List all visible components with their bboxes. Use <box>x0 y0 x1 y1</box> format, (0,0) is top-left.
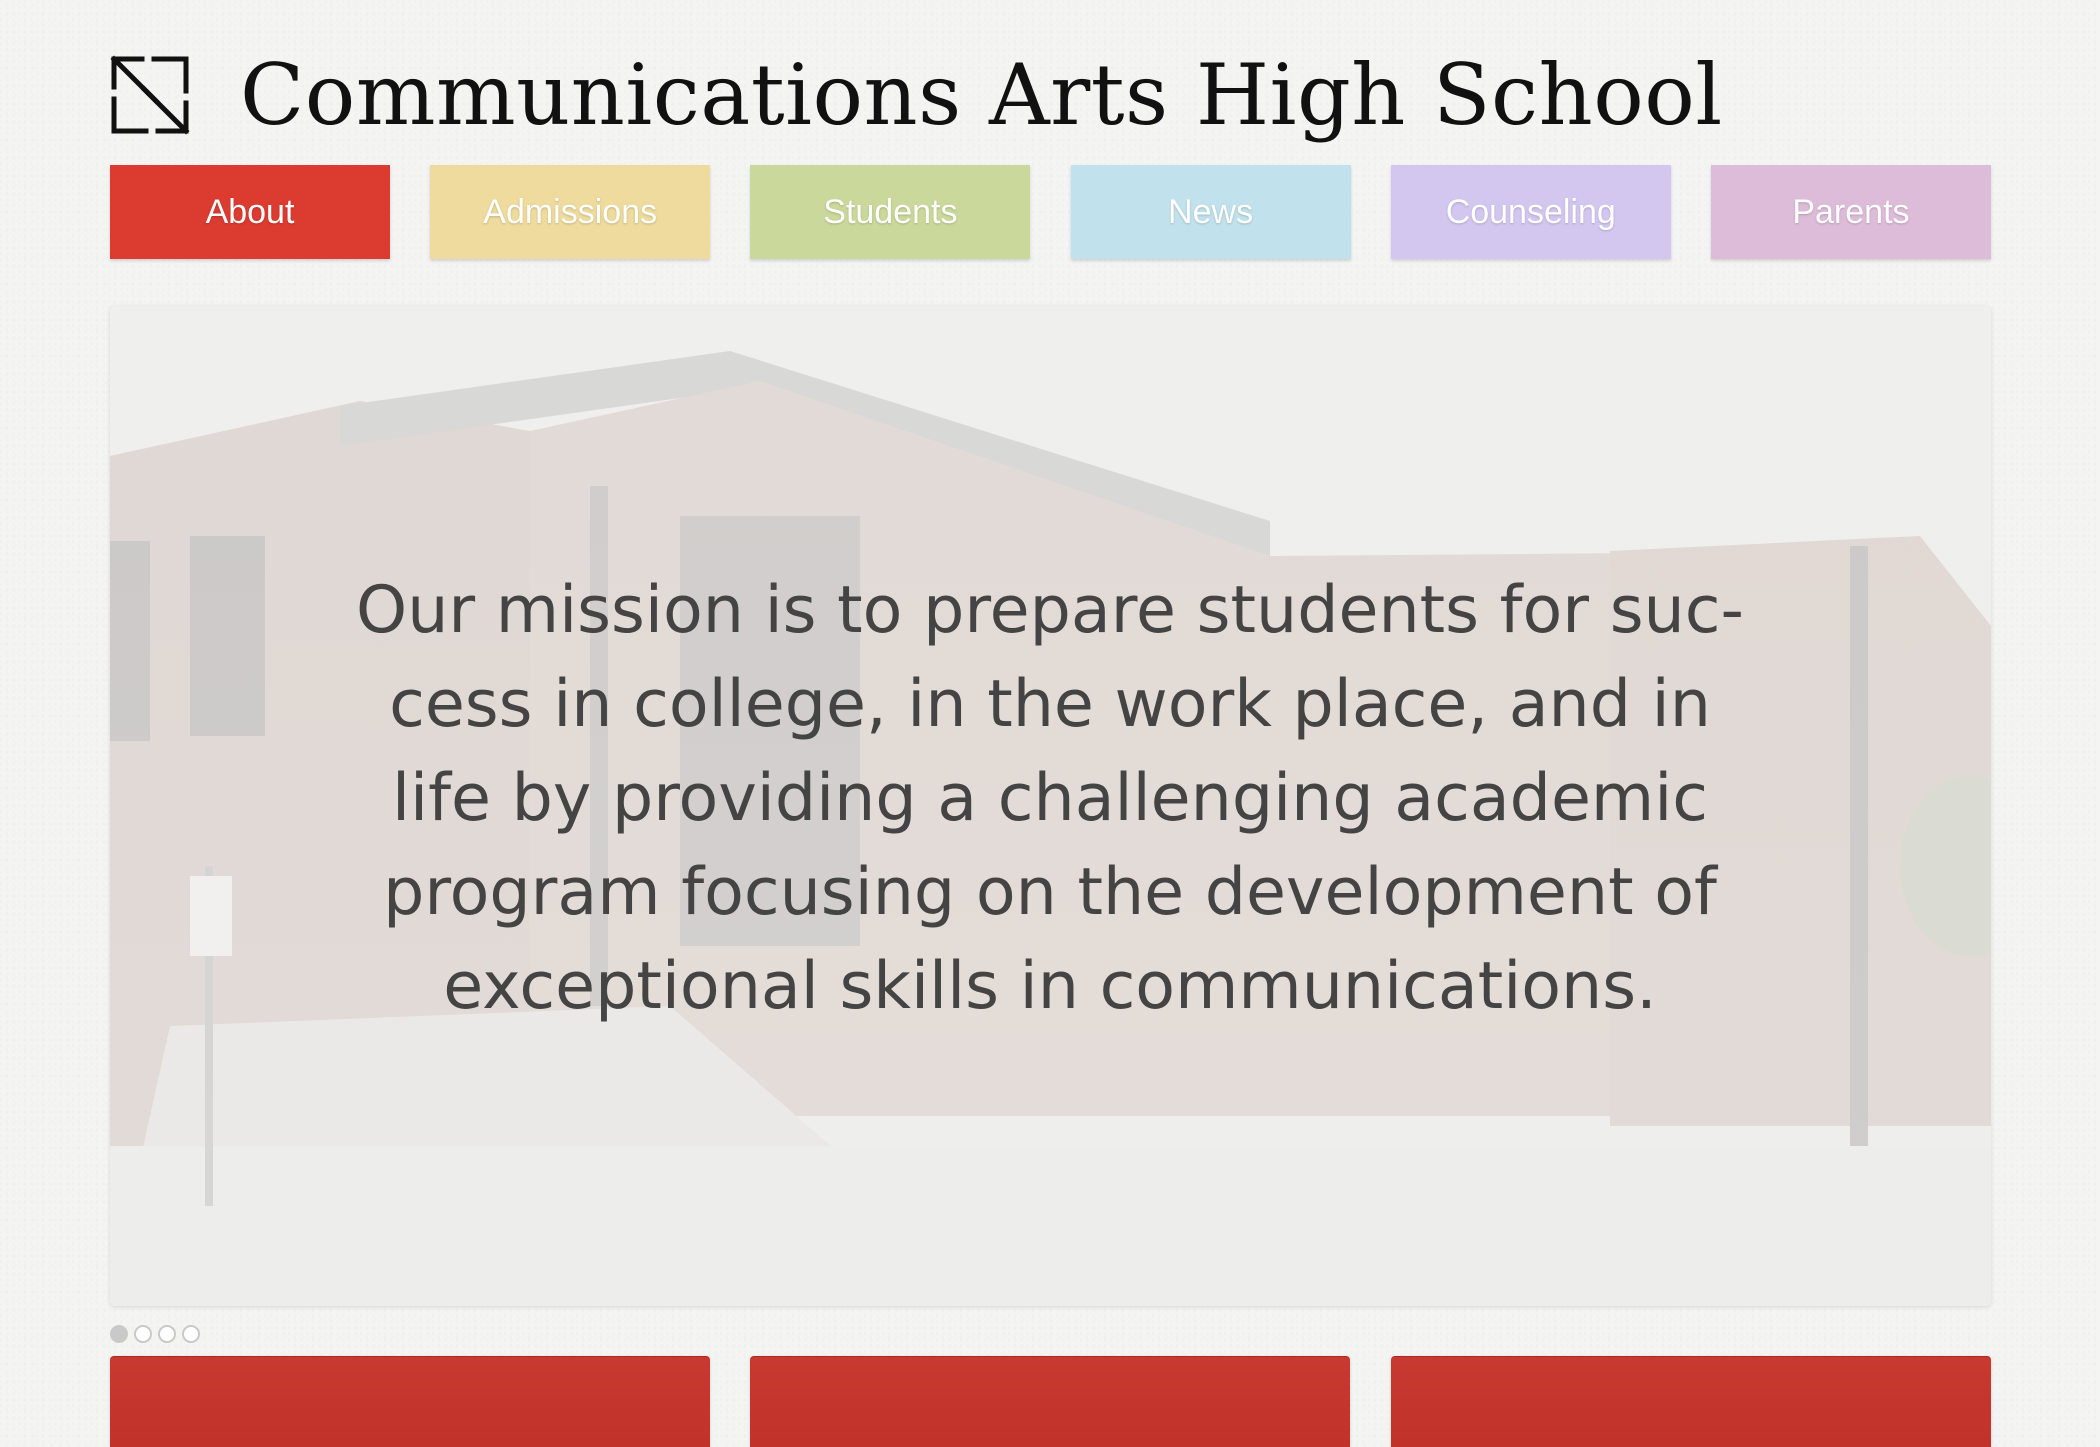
nav-item-news[interactable]: News <box>1070 165 1351 259</box>
feature-card-2[interactable] <box>750 1356 1350 1447</box>
nav-item-label: Counseling <box>1445 192 1616 231</box>
nav-item-parents[interactable]: Parents <box>1710 165 1991 259</box>
nav-item-about[interactable]: About <box>110 165 390 259</box>
nav-item-label: About <box>205 192 295 231</box>
nav-item-counseling[interactable]: Counseling <box>1390 165 1671 259</box>
feature-card-1[interactable] <box>110 1356 710 1447</box>
carousel-dot-1[interactable] <box>110 1325 128 1343</box>
carousel-dot-4[interactable] <box>182 1325 200 1343</box>
logo-icon[interactable] <box>108 53 192 137</box>
nav-item-label: Admissions <box>483 192 658 231</box>
carousel-dots <box>110 1325 200 1343</box>
site-title[interactable]: Communications Arts High School <box>240 53 1723 137</box>
carousel-dot-2[interactable] <box>134 1325 152 1343</box>
nav-item-students[interactable]: Students <box>750 165 1031 259</box>
nav-item-admissions[interactable]: Admissions <box>430 165 711 259</box>
feature-card-3[interactable] <box>1391 1356 1991 1447</box>
nav-item-label: Parents <box>1792 192 1910 231</box>
carousel-dot-3[interactable] <box>158 1325 176 1343</box>
site-header: Communications Arts High School <box>108 40 1723 150</box>
main-nav: About Admissions Students News Counselin… <box>110 165 1991 259</box>
nav-item-label: Students <box>823 192 958 231</box>
mission-statement: Our mission is to prepare students for s… <box>356 573 1744 1024</box>
nav-item-label: News <box>1168 192 1254 231</box>
hero-slide[interactable]: Our mission is to prepare students for s… <box>110 306 1991 1306</box>
